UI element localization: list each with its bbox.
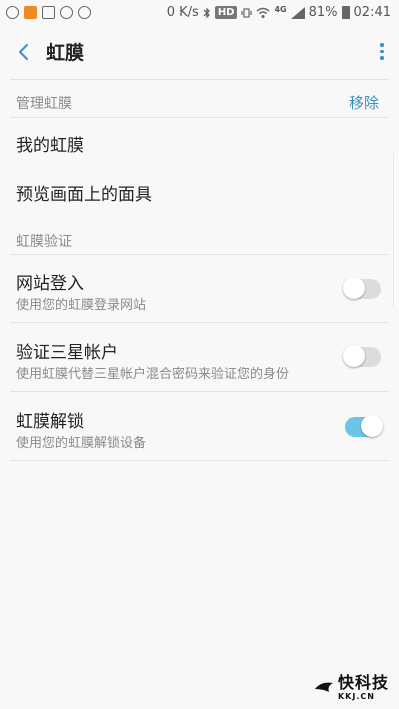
status-notification-icons	[0, 6, 91, 19]
toggle-website-login[interactable]	[343, 277, 381, 299]
sync-icon	[78, 6, 91, 19]
notification-app-icon	[24, 6, 37, 19]
remove-button[interactable]: 移除	[349, 92, 379, 113]
item-title: 预览画面上的面具	[16, 185, 152, 205]
wifi-icon	[257, 7, 270, 18]
chat-app-icon	[60, 6, 73, 19]
item-subtitle: 使用您的虹膜登录网站	[16, 298, 147, 313]
battery-icon	[341, 6, 350, 19]
watermark-logo-icon	[314, 682, 333, 692]
item-title: 我的虹膜	[16, 136, 84, 156]
hd-badge: HD	[214, 6, 238, 19]
bluetooth-icon	[203, 6, 210, 19]
vibrate-icon	[241, 7, 253, 18]
watermark-text: 快科技	[337, 673, 389, 692]
network-speed: 0 K/s	[166, 5, 199, 20]
list-item-iris-unlock[interactable]: 虹膜解锁 使用您的虹膜解锁设备	[0, 392, 399, 460]
list-item-website-login[interactable]: 网站登入 使用您的虹膜登录网站	[0, 255, 399, 322]
item-subtitle: 使用虹膜代替三星帐户混合密码来验证您的身份	[16, 367, 290, 382]
divider	[10, 79, 389, 80]
toggle-iris-unlock[interactable]	[345, 415, 383, 437]
settings-icon	[6, 6, 19, 19]
item-title: 验证三星帐户	[16, 343, 118, 363]
image-icon	[42, 6, 55, 19]
watermark-subtext: KKJ.CN	[337, 692, 375, 701]
network-type: 4G	[274, 5, 287, 14]
section-title-manage: 管理虹膜	[16, 95, 72, 112]
section-header-manage: 管理虹膜 移除	[16, 92, 379, 113]
back-arrow-icon	[19, 43, 28, 60]
list-item-my-iris[interactable]: 我的虹膜	[0, 118, 399, 166]
more-vertical-icon	[380, 43, 384, 47]
list-item-preview-mask[interactable]: 预览画面上的面具	[0, 166, 399, 214]
battery-percent: 81%	[308, 5, 338, 20]
toggle-verify-samsung-account[interactable]	[343, 345, 381, 367]
divider	[10, 460, 389, 461]
item-title: 虹膜解锁	[16, 412, 84, 432]
clock: 02:41	[353, 5, 391, 20]
signal-icon	[290, 6, 305, 19]
section-header-verify: 虹膜验证	[16, 231, 379, 251]
more-options-button[interactable]	[365, 25, 399, 78]
list-item-verify-samsung-account[interactable]: 验证三星帐户 使用虹膜代替三星帐户混合密码来验证您的身份	[0, 323, 399, 391]
scroll-edge-indicator	[393, 150, 399, 310]
status-system-icons: 0 K/s HD 4G 81% 02:41	[167, 5, 399, 20]
app-bar: 虹膜	[0, 25, 399, 78]
item-title: 网站登入	[16, 274, 84, 294]
section-title-verify: 虹膜验证	[16, 234, 72, 250]
watermark: 快科技 KKJ.CN	[314, 675, 389, 701]
item-subtitle: 使用您的虹膜解锁设备	[16, 436, 147, 451]
page-title: 虹膜	[46, 42, 85, 64]
back-button[interactable]	[0, 25, 46, 78]
status-bar: 0 K/s HD 4G 81% 02:41	[0, 0, 399, 25]
